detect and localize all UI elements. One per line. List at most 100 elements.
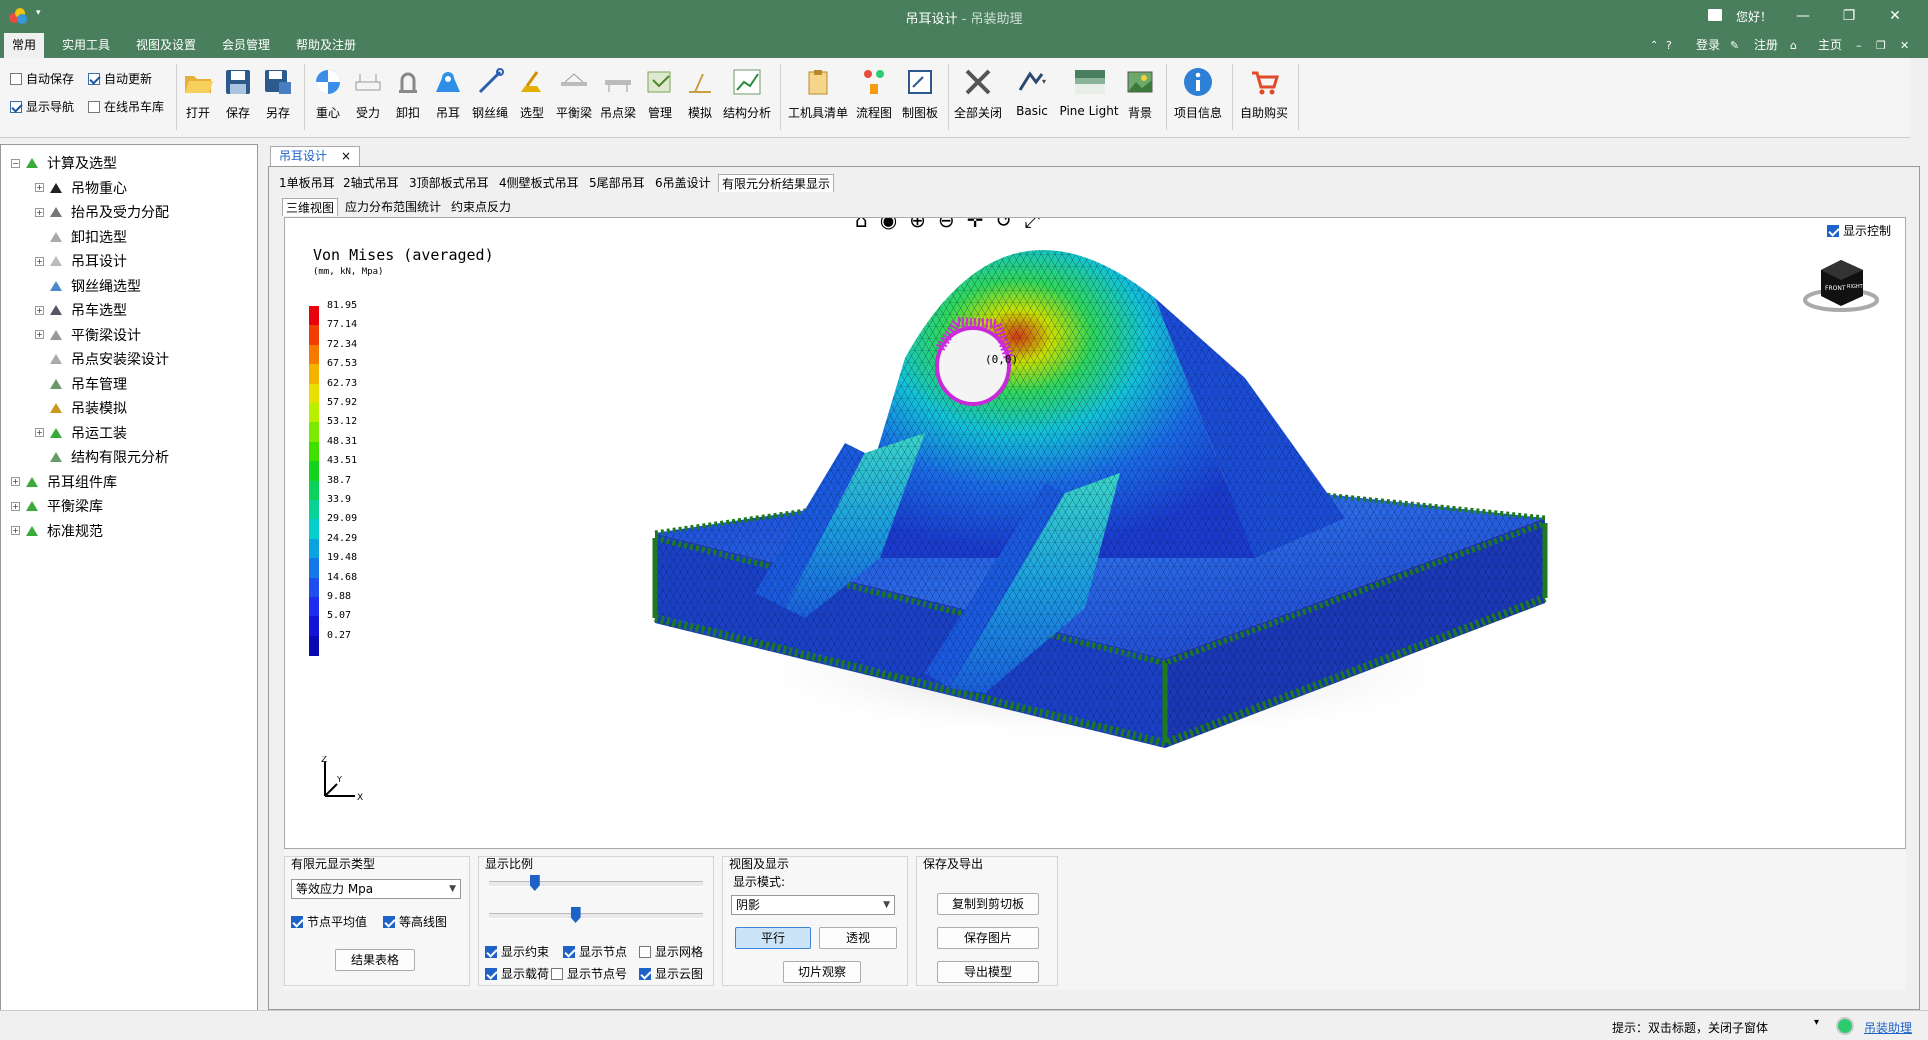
show-load-checkbox[interactable]: [485, 967, 497, 980]
self-purchase-button[interactable]: 自助购买: [1236, 66, 1292, 121]
menu-view-settings[interactable]: 视图及设置: [128, 33, 204, 58]
theme-basic-button[interactable]: ▾ Basic: [1010, 66, 1054, 118]
tree-item[interactable]: + 吊耳组件库: [11, 470, 117, 494]
pan-icon[interactable]: ✛: [967, 218, 984, 232]
tree-item[interactable]: + 抬吊及受力分配: [35, 200, 169, 224]
tree-item[interactable]: +吊装模拟: [35, 396, 127, 420]
option-autosave[interactable]: 自动保存: [10, 70, 74, 87]
tab-3d-view[interactable]: 三维视图: [282, 198, 339, 216]
online-crane-checkbox[interactable]: [88, 100, 100, 113]
login-link[interactable]: 登录: [1696, 33, 1720, 58]
simulate-button[interactable]: 模拟: [682, 66, 718, 121]
show-node-number-checkbox[interactable]: [551, 967, 563, 980]
result-table-button[interactable]: 结果表格: [335, 949, 415, 971]
reset-rotate-icon[interactable]: ↺: [995, 218, 1012, 232]
autosave-checkbox[interactable]: [10, 72, 22, 85]
scale-slider-2[interactable]: [489, 907, 703, 923]
scale-slider-1-thumb[interactable]: [529, 875, 540, 891]
tab-shaft-lug[interactable]: 2轴式吊耳: [340, 174, 402, 192]
node-average-checkbox[interactable]: [291, 915, 303, 928]
expand-toggle-icon[interactable]: +: [35, 183, 44, 192]
tree-item[interactable]: +结构有限元分析: [35, 445, 169, 469]
structure-analysis-button[interactable]: 结构分析: [722, 66, 772, 121]
fullscreen-icon[interactable]: ⤢: [1024, 218, 1040, 232]
flowchart-button[interactable]: 流程图: [854, 66, 894, 121]
register-link[interactable]: 注册: [1754, 33, 1778, 58]
show-constraint-checkbox[interactable]: [485, 945, 497, 958]
tab-side-plate-lug[interactable]: 4侧壁板式吊耳: [496, 174, 582, 192]
show-control-toggle[interactable]: 显示控制: [1827, 222, 1891, 239]
zoom-region-icon[interactable]: ⊕: [909, 218, 926, 232]
lug-button[interactable]: 吊耳: [428, 66, 468, 121]
tree-item[interactable]: +吊点安装梁设计: [35, 347, 169, 371]
zoom-icon[interactable]: ⊖: [938, 218, 955, 232]
view-cube[interactable]: FRONT RIGHT: [1801, 248, 1881, 318]
autoupdate-checkbox[interactable]: [88, 72, 100, 85]
expand-toggle-icon[interactable]: +: [35, 305, 44, 315]
contour-option[interactable]: 等高线图: [383, 913, 447, 930]
tree-item[interactable]: +卸扣选型: [35, 225, 127, 249]
option-online-crane[interactable]: 在线吊车库: [88, 98, 164, 115]
expand-toggle-icon[interactable]: −: [11, 158, 20, 168]
expand-toggle-icon[interactable]: +: [35, 428, 44, 437]
export-model-button[interactable]: 导出模型: [937, 961, 1039, 983]
close-all-button[interactable]: 全部关闭: [952, 66, 1004, 121]
tree-item[interactable]: + 吊物重心: [35, 176, 127, 200]
expand-toggle-icon[interactable]: +: [11, 477, 20, 486]
project-info-button[interactable]: 项目信息: [1170, 66, 1226, 121]
expand-toggle-icon[interactable]: +: [35, 330, 44, 339]
menu-tools[interactable]: 实用工具: [54, 33, 118, 58]
menu-membership[interactable]: 会员管理: [214, 33, 278, 58]
parallel-projection-button[interactable]: 平行: [735, 927, 811, 949]
show-control-checkbox[interactable]: [1827, 224, 1839, 237]
crane-select-button[interactable]: 选型: [514, 66, 550, 121]
mdi-close-icon[interactable]: ✕: [1900, 33, 1909, 58]
show-node-number-option[interactable]: 显示节点号: [551, 965, 627, 982]
expand-toggle-icon[interactable]: +: [35, 256, 44, 266]
show-constraint-option[interactable]: 显示约束: [485, 943, 549, 960]
tab-tail-lug[interactable]: 5尾部吊耳: [586, 174, 648, 192]
tab-cover-design[interactable]: 6吊盖设计: [652, 174, 714, 192]
tree-item[interactable]: − 计算及选型: [11, 151, 117, 175]
menu-collapse-icon[interactable]: ⌃: [1650, 33, 1658, 58]
open-button[interactable]: 打开: [180, 66, 216, 121]
shackle-button[interactable]: 卸扣: [388, 66, 428, 121]
document-tab[interactable]: 吊耳设计 ×: [270, 146, 360, 166]
manage-button[interactable]: 管理: [642, 66, 678, 121]
save-as-button[interactable]: 另存: [260, 66, 296, 121]
fea-3d-viewport[interactable]: Von Mises (averaged) (mm, kN, Mpa) 81.95…: [284, 217, 1906, 849]
home-link[interactable]: 主页: [1818, 33, 1842, 58]
perspective-projection-button[interactable]: 透视: [819, 927, 897, 949]
option-autoupdate[interactable]: 自动更新: [88, 70, 152, 87]
scale-slider-2-thumb[interactable]: [570, 907, 581, 923]
lift-beam-button[interactable]: 吊点梁: [596, 66, 640, 121]
home-view-icon[interactable]: ⌂: [855, 218, 868, 232]
status-dropdown-icon[interactable]: ▾: [1814, 1017, 1819, 1028]
show-node-option[interactable]: 显示节点: [563, 943, 627, 960]
expand-toggle-icon[interactable]: +: [35, 207, 44, 217]
option-show-nav[interactable]: 显示导航: [10, 98, 74, 115]
save-button[interactable]: 保存: [220, 66, 256, 121]
tree-item[interactable]: + 吊车选型: [35, 298, 127, 322]
show-contour-cloud-checkbox[interactable]: [639, 967, 651, 980]
force-button[interactable]: 受力: [348, 66, 388, 121]
copy-to-clipboard-button[interactable]: 复制到剪切板: [937, 893, 1039, 915]
menu-help-icon[interactable]: ?: [1666, 33, 1672, 58]
wire-rope-button[interactable]: 钢丝绳: [468, 66, 512, 121]
tree-item[interactable]: + 平衡梁设计: [35, 323, 141, 347]
menu-help-register[interactable]: 帮助及注册: [288, 33, 364, 58]
background-button[interactable]: 背景: [1122, 66, 1158, 121]
close-icon[interactable]: ✕: [1880, 4, 1910, 28]
minimize-icon[interactable]: —: [1788, 4, 1818, 28]
app-link[interactable]: 吊装助理: [1864, 1019, 1912, 1036]
drawing-board-button[interactable]: 制图板: [898, 66, 942, 121]
tab-stress-stats[interactable]: 应力分布范围统计: [342, 198, 444, 216]
show-mesh-option[interactable]: 显示网格: [639, 943, 703, 960]
scale-slider-1[interactable]: [489, 875, 703, 891]
show-nav-checkbox[interactable]: [10, 100, 22, 113]
tree-item[interactable]: + 平衡梁库: [11, 494, 103, 518]
mdi-minimize-icon[interactable]: –: [1856, 33, 1862, 58]
tree-item[interactable]: + 标准规范: [11, 519, 103, 543]
balance-beam-button[interactable]: 平衡梁: [552, 66, 596, 121]
theme-pine-button[interactable]: ▾ Pine Light: [1058, 66, 1120, 118]
